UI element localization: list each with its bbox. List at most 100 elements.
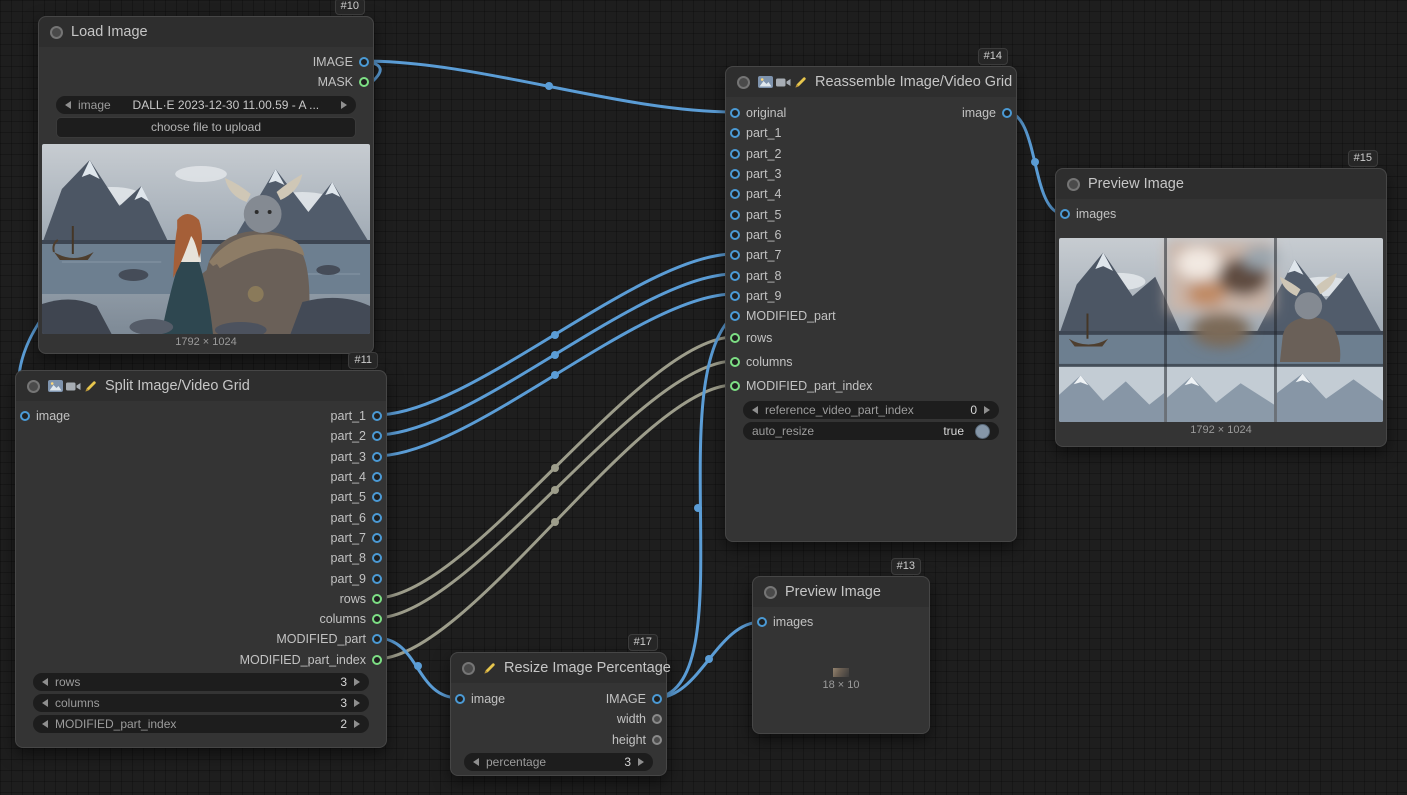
input-slot-part-8[interactable]: part_8 <box>726 265 1016 285</box>
input-dot[interactable] <box>730 311 740 321</box>
collapse-dot[interactable] <box>737 76 750 89</box>
output-dot[interactable] <box>372 492 382 502</box>
auto-resize-widget[interactable]: auto_resize true <box>743 422 999 440</box>
input-dot[interactable] <box>730 189 740 199</box>
input-dot[interactable] <box>730 128 740 138</box>
node-preview-image-13[interactable]: #13 Preview Image images 18 × 10 <box>752 576 930 734</box>
output-dot[interactable] <box>372 431 382 441</box>
node-preview-image-15[interactable]: #15 Preview Image images <box>1055 168 1387 447</box>
reference-video-part-index-widget[interactable]: reference_video_part_index 0 <box>743 401 999 419</box>
input-slot-part-9[interactable]: part_9 <box>726 286 1016 306</box>
input-dot[interactable] <box>757 617 767 627</box>
output-slot-part-4[interactable]: part_4 <box>16 467 386 487</box>
prev-arrow-icon[interactable] <box>42 699 48 707</box>
input-dot[interactable] <box>730 230 740 240</box>
input-dot[interactable] <box>20 411 30 421</box>
output-slot-columns[interactable]: columns <box>16 609 386 629</box>
node-titlebar[interactable]: Preview Image <box>1056 169 1386 199</box>
collapse-dot[interactable] <box>50 26 63 39</box>
output-slot-modified-part-index[interactable]: MODIFIED_part_index <box>16 650 386 670</box>
input-dot[interactable] <box>730 357 740 367</box>
output-dot[interactable] <box>372 411 382 421</box>
prev-arrow-icon[interactable] <box>42 720 48 728</box>
input-slot-part-6[interactable]: part_6 <box>726 225 1016 245</box>
input-slot-images[interactable]: images <box>753 612 929 632</box>
input-slot-image[interactable]: image <box>451 689 509 709</box>
output-slot-image[interactable]: image <box>958 103 1016 123</box>
input-dot[interactable] <box>730 108 740 118</box>
input-slot-part-1[interactable]: part_1 <box>726 123 1016 143</box>
node-titlebar[interactable]: Resize Image Percentage <box>451 653 666 683</box>
input-slot-columns[interactable]: columns <box>726 350 1016 374</box>
input-slot-part-4[interactable]: part_4 <box>726 184 1016 204</box>
output-slot-part-6[interactable]: part_6 <box>16 507 386 527</box>
image-combo[interactable]: image DALL·E 2023-12-30 11.00.59 - A ... <box>56 96 356 114</box>
node-split-grid[interactable]: #11 Split Image/Video Grid image part_1 … <box>15 370 387 748</box>
output-dot[interactable] <box>372 472 382 482</box>
output-slot-part-9[interactable]: part_9 <box>16 568 386 588</box>
output-dot[interactable] <box>372 594 382 604</box>
input-slot-part-7[interactable]: part_7 <box>726 245 1016 265</box>
input-slot-part-3[interactable]: part_3 <box>726 164 1016 184</box>
output-slot-part-5[interactable]: part_5 <box>16 487 386 507</box>
output-dot[interactable] <box>652 694 662 704</box>
prev-arrow-icon[interactable] <box>752 406 758 414</box>
output-dot[interactable] <box>359 57 369 67</box>
percentage-widget[interactable]: percentage 3 <box>464 753 653 771</box>
output-slot-image[interactable]: IMAGE <box>39 52 373 72</box>
prev-arrow-icon[interactable] <box>42 678 48 686</box>
toggle-knob[interactable] <box>975 424 990 439</box>
output-slot-modified-part[interactable]: MODIFIED_part <box>16 629 386 649</box>
output-dot[interactable] <box>652 735 662 745</box>
next-arrow-icon[interactable] <box>354 678 360 686</box>
output-dot[interactable] <box>652 714 662 724</box>
prev-arrow-icon[interactable] <box>473 758 479 766</box>
input-slot-images[interactable]: images <box>1056 204 1386 224</box>
input-dot[interactable] <box>730 271 740 281</box>
input-slot-image[interactable]: image <box>16 406 74 426</box>
upload-button[interactable]: choose file to upload <box>56 117 356 138</box>
output-dot[interactable] <box>372 614 382 624</box>
input-dot[interactable] <box>730 149 740 159</box>
node-load-image[interactable]: #10 Load Image IMAGE MASK image DALL·E 2… <box>38 16 374 354</box>
input-dot[interactable] <box>730 291 740 301</box>
node-reassemble-grid[interactable]: #14 Reassemble Image/Video Grid image or… <box>725 66 1017 542</box>
input-slot-modified-part-index[interactable]: MODIFIED_part_index <box>726 374 1016 398</box>
output-dot[interactable] <box>1002 108 1012 118</box>
output-dot[interactable] <box>372 513 382 523</box>
output-dot[interactable] <box>359 77 369 87</box>
collapse-dot[interactable] <box>764 586 777 599</box>
modified-part-index-widget[interactable]: MODIFIED_part_index 2 <box>33 715 369 733</box>
input-dot[interactable] <box>730 250 740 260</box>
next-arrow-icon[interactable] <box>984 406 990 414</box>
node-titlebar[interactable]: Preview Image <box>753 577 929 607</box>
output-slot-part-7[interactable]: part_7 <box>16 528 386 548</box>
next-arrow-icon[interactable] <box>354 699 360 707</box>
node-titlebar[interactable]: Load Image <box>39 17 373 47</box>
prev-arrow-icon[interactable] <box>65 101 71 109</box>
input-dot[interactable] <box>730 210 740 220</box>
columns-widget[interactable]: columns 3 <box>33 694 369 712</box>
output-slot-part-8[interactable]: part_8 <box>16 548 386 568</box>
next-arrow-icon[interactable] <box>354 720 360 728</box>
output-slot-height[interactable]: height <box>451 730 666 750</box>
output-dot[interactable] <box>372 574 382 584</box>
node-titlebar[interactable]: Split Image/Video Grid <box>16 371 386 401</box>
node-resize-image-percentage[interactable]: #17 Resize Image Percentage image IMAGE … <box>450 652 667 776</box>
input-slot-part-5[interactable]: part_5 <box>726 204 1016 224</box>
output-dot[interactable] <box>372 655 382 665</box>
input-slot-modified-part[interactable]: MODIFIED_part <box>726 306 1016 326</box>
output-dot[interactable] <box>372 452 382 462</box>
next-arrow-icon[interactable] <box>341 101 347 109</box>
next-arrow-icon[interactable] <box>638 758 644 766</box>
output-dot[interactable] <box>372 553 382 563</box>
output-slot-part-2[interactable]: part_2 <box>16 426 386 446</box>
collapse-dot[interactable] <box>1067 178 1080 191</box>
output-dot[interactable] <box>372 533 382 543</box>
collapse-dot[interactable] <box>27 380 40 393</box>
node-titlebar[interactable]: Reassemble Image/Video Grid <box>726 67 1016 97</box>
input-dot[interactable] <box>730 381 740 391</box>
input-slot-rows[interactable]: rows <box>726 326 1016 350</box>
input-dot[interactable] <box>455 694 465 704</box>
output-slot-mask[interactable]: MASK <box>39 72 373 92</box>
